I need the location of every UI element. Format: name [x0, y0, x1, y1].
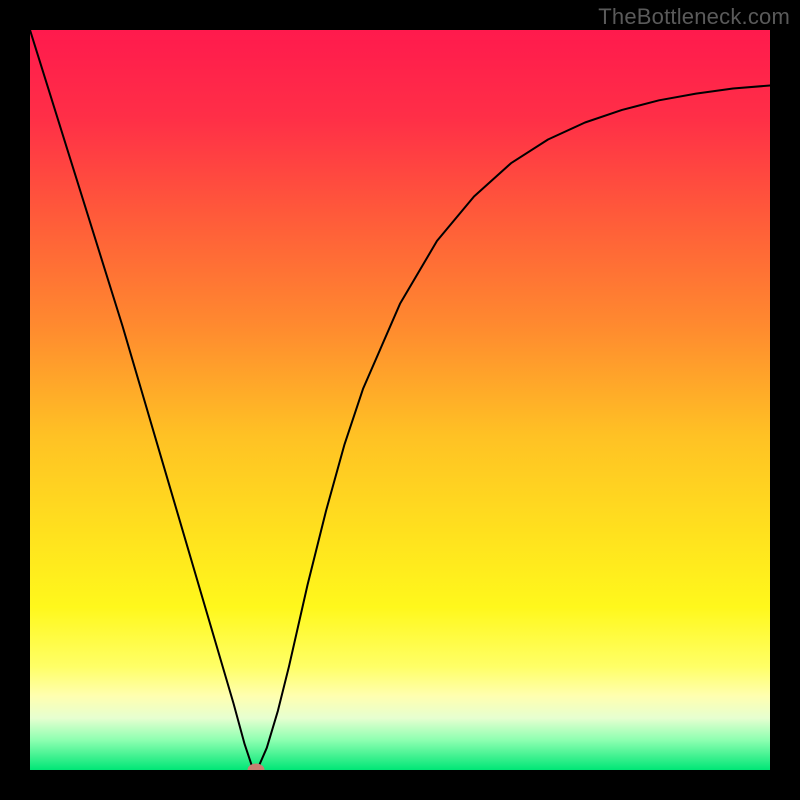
plot-area [30, 30, 770, 770]
chart-container: TheBottleneck.com [0, 0, 800, 800]
minimum-marker [247, 764, 264, 771]
watermark-text: TheBottleneck.com [598, 4, 790, 30]
bottleneck-curve [30, 30, 770, 770]
curve-layer [30, 30, 770, 770]
